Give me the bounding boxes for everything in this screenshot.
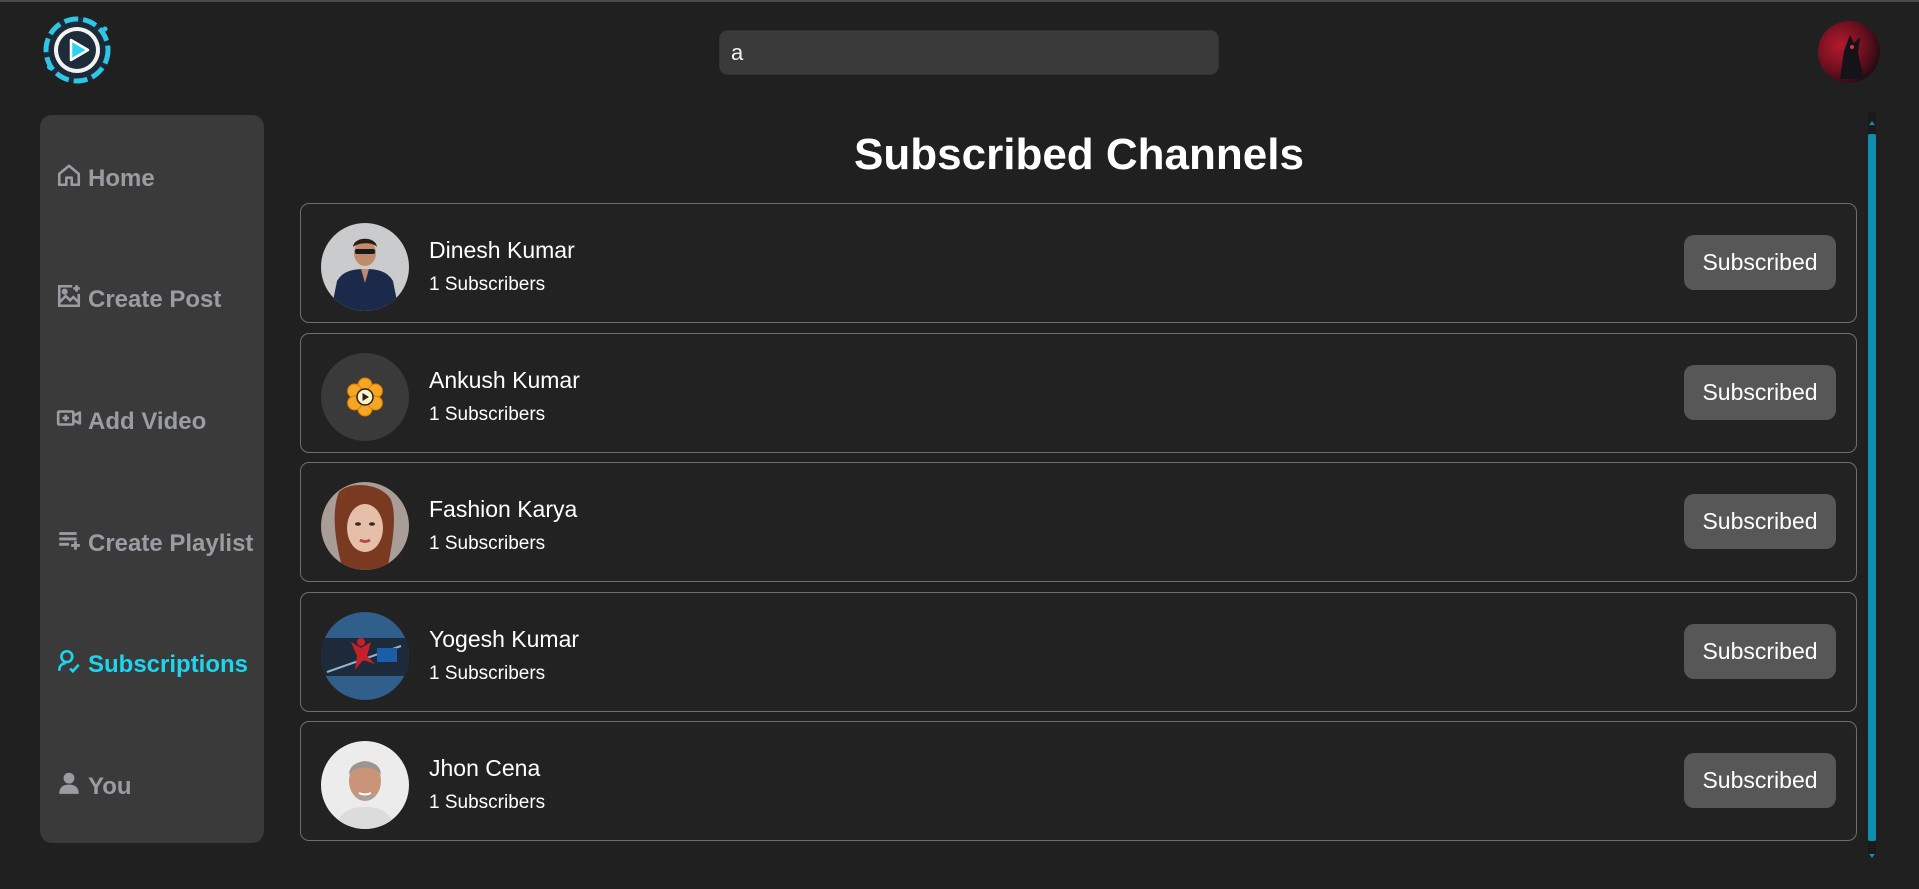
channel-avatar[interactable] bbox=[321, 353, 409, 441]
sidebar-item-label: Create Post bbox=[88, 285, 222, 313]
subscriber-count: 1 Subscribers bbox=[429, 533, 546, 554]
sidebar: Home Create Post Add Video Create Playli… bbox=[40, 115, 264, 843]
home-icon bbox=[56, 162, 82, 195]
channel-card: Dinesh Kumar 1 Subscribers Subscribed bbox=[300, 203, 1857, 323]
user-icon bbox=[56, 770, 82, 803]
channel-name[interactable]: Fashion Karya bbox=[429, 496, 577, 523]
subscriber-count: 1 Subscribers bbox=[429, 274, 546, 295]
subscribed-button[interactable]: Subscribed bbox=[1684, 365, 1836, 420]
channel-card: Yogesh Kumar 1 Subscribers Subscribed bbox=[300, 592, 1857, 712]
sidebar-item-label: Home bbox=[88, 164, 155, 192]
playlist-add-icon bbox=[56, 527, 82, 560]
sidebar-item-home[interactable]: Home bbox=[56, 162, 155, 195]
subscribed-button[interactable]: Subscribed bbox=[1684, 753, 1836, 808]
scroll-down-arrow-icon[interactable] bbox=[1868, 847, 1876, 858]
channel-card: Ankush Kumar 1 Subscribers Subscribed bbox=[300, 333, 1857, 453]
channel-name[interactable]: Ankush Kumar bbox=[429, 367, 580, 394]
channel-avatar[interactable] bbox=[321, 612, 409, 700]
channel-card: Jhon Cena 1 Subscribers Subscribed bbox=[300, 721, 1857, 841]
channel-name[interactable]: Jhon Cena bbox=[429, 755, 540, 782]
sidebar-item-label: Create Playlist bbox=[88, 529, 254, 557]
channel-name[interactable]: Dinesh Kumar bbox=[429, 237, 575, 264]
page-title: Subscribed Channels bbox=[854, 130, 1304, 179]
sidebar-item-subscriptions[interactable]: Subscriptions bbox=[56, 648, 248, 681]
sidebar-item-label: You bbox=[88, 772, 132, 800]
channel-card: Fashion Karya 1 Subscribers Subscribed bbox=[300, 462, 1857, 582]
video-plus-icon bbox=[56, 405, 82, 438]
subscribed-button[interactable]: Subscribed bbox=[1684, 624, 1836, 679]
sidebar-item-create-playlist[interactable]: Create Playlist bbox=[56, 527, 253, 560]
image-plus-icon bbox=[56, 283, 82, 316]
user-avatar[interactable] bbox=[1818, 21, 1880, 83]
channel-avatar[interactable] bbox=[321, 482, 409, 570]
sidebar-item-label: Add Video bbox=[88, 407, 207, 435]
sidebar-item-you[interactable]: You bbox=[56, 770, 132, 803]
search-input-value: a bbox=[731, 39, 744, 65]
sidebar-item-add-video[interactable]: Add Video bbox=[56, 405, 206, 438]
app-logo[interactable] bbox=[42, 15, 112, 85]
sidebar-item-create-post[interactable]: Create Post bbox=[56, 283, 221, 316]
user-badge-icon bbox=[56, 648, 82, 681]
scroll-up-arrow-icon[interactable] bbox=[1868, 114, 1876, 125]
subscriber-count: 1 Subscribers bbox=[429, 404, 546, 425]
subscriber-count: 1 Subscribers bbox=[429, 663, 546, 684]
sidebar-item-label: Subscriptions bbox=[88, 650, 249, 678]
channel-avatar[interactable] bbox=[321, 223, 409, 311]
channel-name[interactable]: Yogesh Kumar bbox=[429, 626, 579, 653]
channel-avatar[interactable] bbox=[321, 741, 409, 829]
search-input[interactable]: a bbox=[719, 30, 1219, 75]
subscribed-button[interactable]: Subscribed bbox=[1684, 494, 1836, 549]
window-top-border bbox=[0, 0, 1919, 2]
subscribed-button[interactable]: Subscribed bbox=[1684, 235, 1836, 290]
scrollbar-thumb[interactable] bbox=[1868, 134, 1876, 841]
scrollbar[interactable] bbox=[1866, 112, 1878, 858]
subscriber-count: 1 Subscribers bbox=[429, 792, 546, 813]
